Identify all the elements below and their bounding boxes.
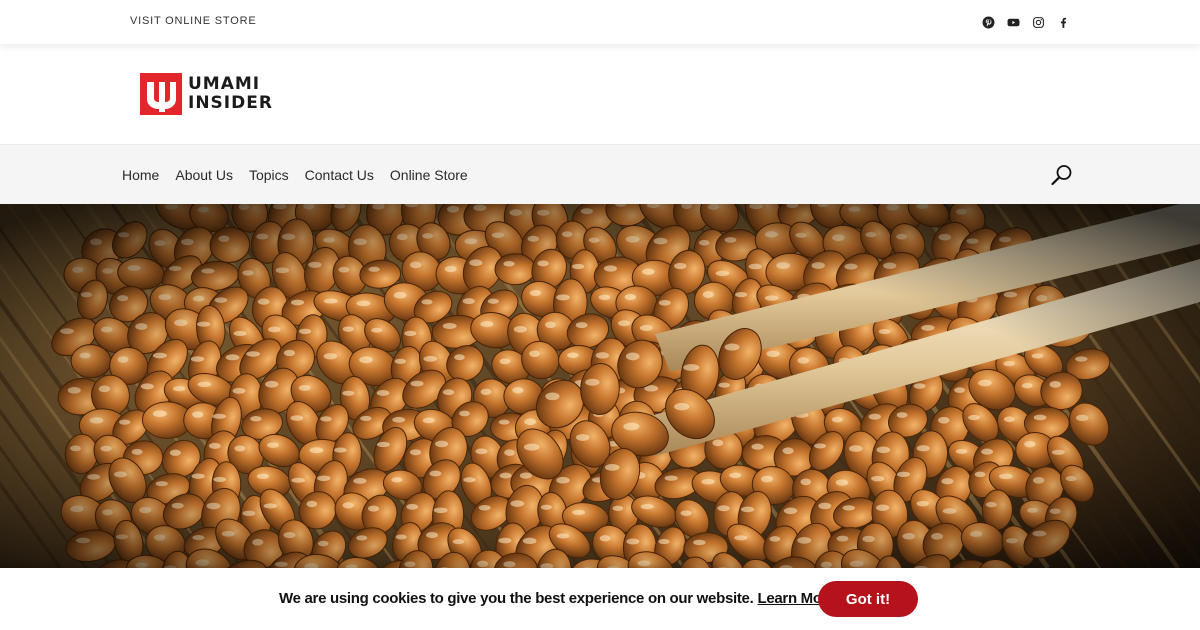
main-nav: Home About Us Topics Contact Us Online S…	[122, 145, 468, 205]
main-navigation-bar: Home About Us Topics Contact Us Online S…	[0, 144, 1200, 204]
umami-insider-logo[interactable]: UMAMI INSIDER	[140, 73, 273, 115]
nav-home[interactable]: Home	[122, 167, 159, 183]
top-utility-bar: VISIT ONLINE STORE	[0, 0, 1200, 44]
pinterest-icon[interactable]	[981, 15, 995, 29]
visit-online-store-link[interactable]: VISIT ONLINE STORE	[130, 15, 256, 27]
cookie-message: We are using cookies to give you the bes…	[279, 590, 754, 607]
nav-about-us[interactable]: About Us	[175, 167, 233, 183]
nav-contact-us[interactable]: Contact Us	[305, 167, 374, 183]
hero-image	[0, 204, 1200, 568]
cookie-message-wrap: We are using cookies to give you the bes…	[279, 590, 840, 607]
logo-text: UMAMI INSIDER	[188, 75, 273, 113]
facebook-icon[interactable]	[1056, 15, 1070, 29]
social-links	[981, 15, 1070, 29]
search-icon	[1051, 165, 1072, 186]
cookie-consent-bar: We are using cookies to give you the bes…	[0, 568, 1200, 630]
got-it-button[interactable]: Got it!	[818, 581, 918, 617]
instagram-icon[interactable]	[1031, 15, 1045, 29]
youtube-icon[interactable]	[1006, 15, 1020, 29]
logo-band: UMAMI INSIDER	[0, 44, 1200, 144]
logo-line-umami: UMAMI	[188, 74, 261, 94]
natto-photo	[0, 204, 1200, 568]
logo-mark-icon	[140, 73, 182, 115]
logo-line-insider: INSIDER	[188, 93, 273, 113]
nav-online-store[interactable]: Online Store	[390, 167, 468, 183]
nav-topics[interactable]: Topics	[249, 167, 289, 183]
search-button[interactable]	[1050, 163, 1074, 187]
